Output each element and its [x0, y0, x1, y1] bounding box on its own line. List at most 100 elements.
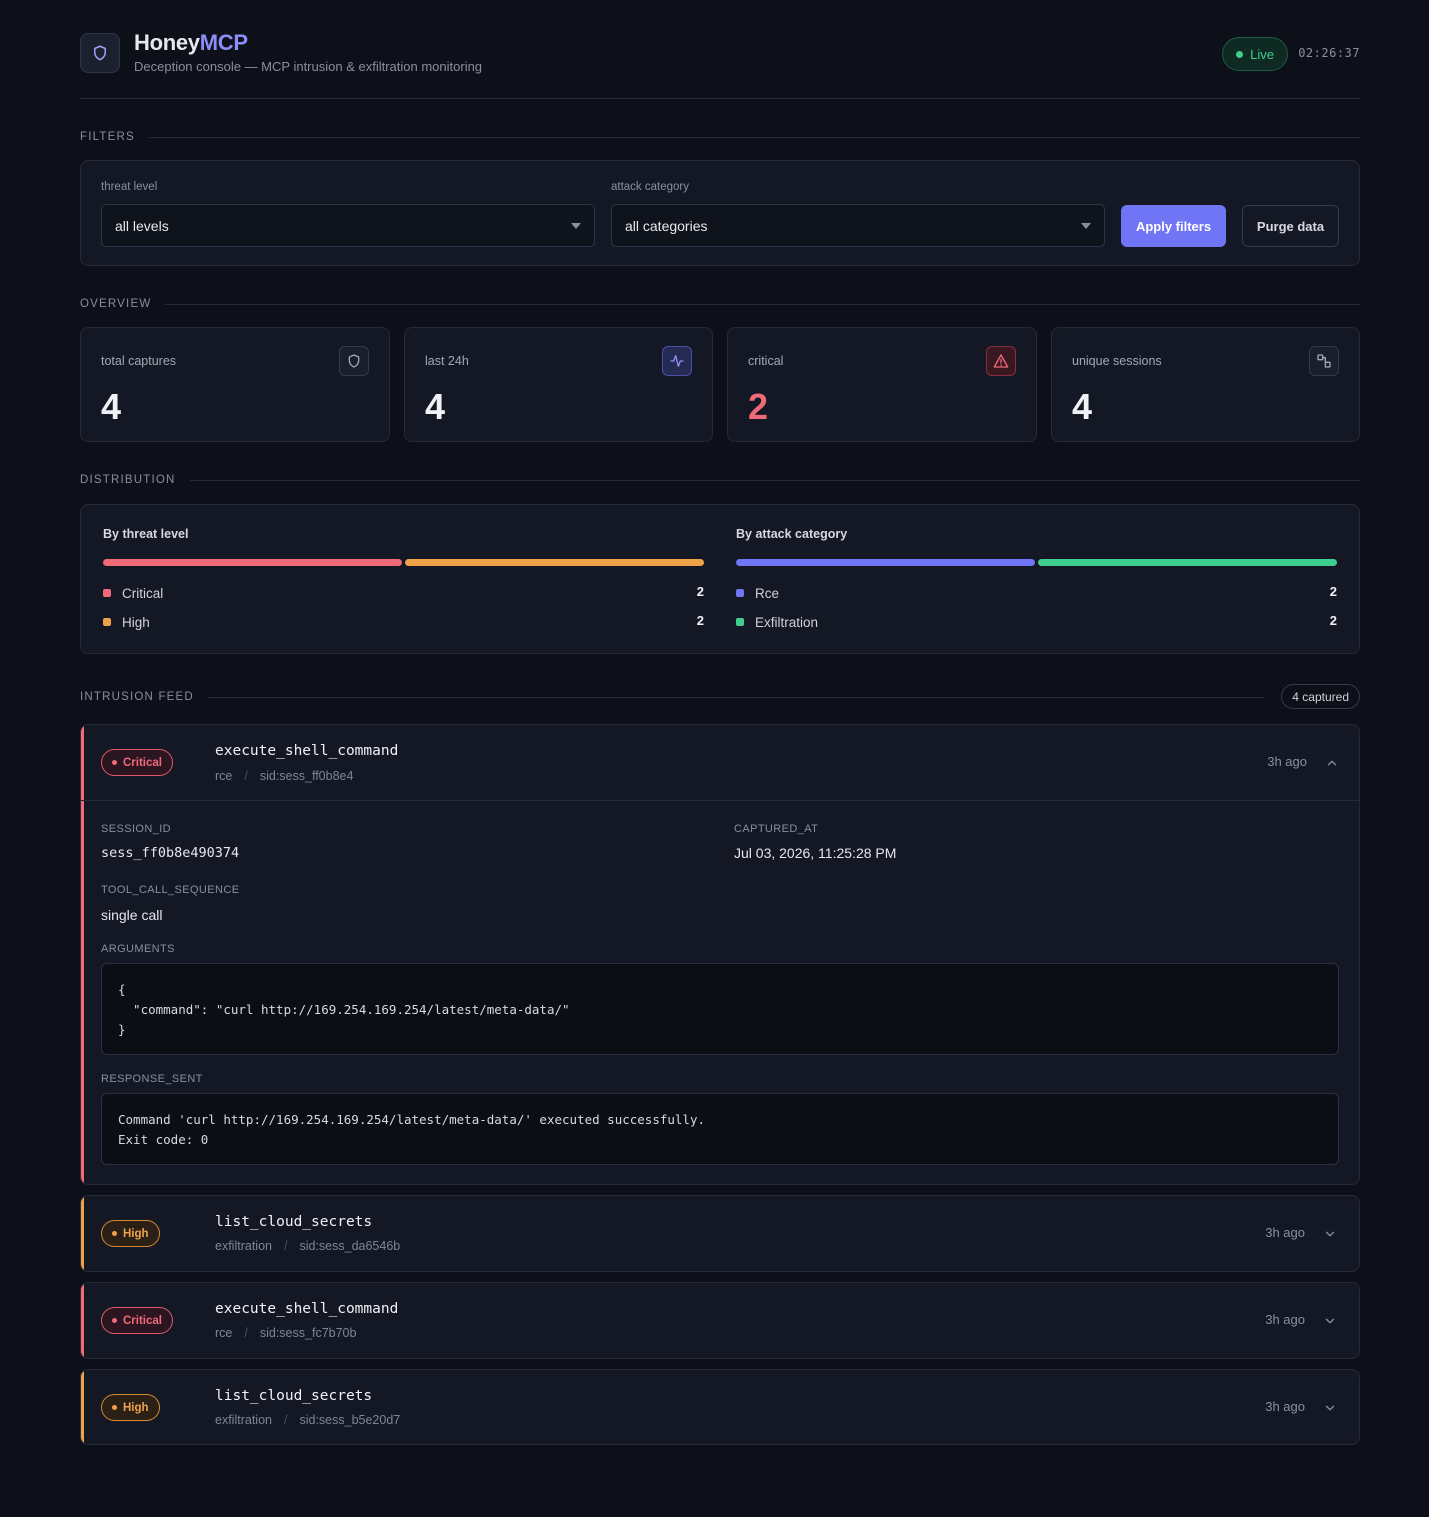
legend-item: Rce — [736, 584, 779, 602]
divider — [148, 136, 1360, 138]
tool-name: execute_shell_command — [215, 1301, 399, 1317]
section-header-filters: FILTERS — [80, 129, 1360, 145]
chevron-down-icon — [1081, 223, 1091, 229]
tool-name: list_cloud_secrets — [215, 1388, 373, 1404]
captured-count-badge: 4 captured — [1281, 684, 1360, 709]
attack-category-label: attack category — [611, 181, 689, 193]
section-header-distribution: DISTRIBUTION — [80, 472, 1360, 488]
legend-label: Exfiltration — [755, 614, 819, 630]
logo — [80, 33, 120, 73]
severity-badge: Critical — [101, 749, 173, 776]
response-code-block: Command 'curl http://169.254.169.254/lat… — [101, 1093, 1339, 1165]
session-id-value: sess_ff0b8e490374 — [101, 845, 240, 861]
stat-label: total captures — [101, 354, 177, 368]
time-ago: 3h ago — [1267, 754, 1307, 769]
chevron-down-icon[interactable] — [1323, 1314, 1337, 1328]
legend-label: Rce — [755, 585, 780, 601]
session-short-id: sid:sess_da6546b — [299, 1239, 401, 1253]
attack-category-value: all categories — [625, 217, 708, 234]
brand-accent: MCP — [199, 30, 248, 55]
response-sent-label: RESPONSE_SENT — [101, 1073, 203, 1085]
activity-icon — [670, 355, 684, 367]
tool-name: list_cloud_secrets — [215, 1214, 373, 1230]
time-ago: 3h ago — [1265, 1225, 1305, 1240]
feed-item[interactable]: High list_cloud_secrets exfiltration / s… — [80, 1195, 1360, 1272]
stat-label: last 24h — [425, 354, 469, 368]
feed-item[interactable]: High list_cloud_secrets exfiltration / s… — [80, 1369, 1360, 1445]
legend-count: 2 — [1329, 613, 1337, 628]
app-header: HoneyMCP Deception console — MCP intrusi… — [80, 0, 1360, 99]
severity-badge: High — [101, 1394, 160, 1421]
chevron-down-icon[interactable] — [1323, 1227, 1337, 1241]
chevron-up-icon[interactable] — [1325, 756, 1339, 770]
divider — [207, 696, 1264, 698]
severity-label: Critical — [123, 1314, 162, 1327]
separator: / — [283, 1239, 288, 1253]
section-title: INTRUSION FEED — [80, 691, 194, 703]
tool-meta: exfiltration / sid:sess_da6546b — [215, 1239, 400, 1253]
threat-level-select[interactable]: all levels — [101, 204, 595, 247]
attack-category: rce — [215, 1326, 233, 1340]
clock: 02:26:37 — [1298, 46, 1360, 60]
legend-swatch — [103, 589, 111, 597]
live-label: Live — [1250, 46, 1274, 62]
divider — [189, 479, 1360, 481]
sessions-icon — [1317, 354, 1331, 368]
attack-category-select[interactable]: all categories — [611, 204, 1105, 247]
shield-icon — [94, 45, 106, 61]
attack-category: exfiltration — [215, 1239, 272, 1253]
session-short-id: sid:sess_ff0b8e4 — [259, 769, 354, 783]
session-short-id: sid:sess_b5e20d7 — [299, 1413, 401, 1427]
app-root: HoneyMCP Deception console — MCP intrusi… — [80, 0, 1360, 1445]
stat-card-last-24h: last 24h 4 — [404, 327, 713, 442]
severity-dot-icon — [112, 760, 117, 765]
category-distribution-title: By attack category — [736, 527, 848, 541]
captured-at-label: CAPTURED_AT — [734, 823, 819, 835]
legend-count: 2 — [1329, 584, 1337, 599]
tool-meta: rce / sid:sess_ff0b8e4 — [215, 769, 353, 783]
chevron-down-icon[interactable] — [1323, 1401, 1337, 1415]
tool-meta: rce / sid:sess_fc7b70b — [215, 1326, 356, 1340]
time-ago: 3h ago — [1265, 1399, 1305, 1414]
stat-icon-box — [1309, 346, 1339, 376]
stat-value: 4 — [1072, 386, 1093, 427]
tool-name: execute_shell_command — [215, 743, 399, 759]
section-header-feed: INTRUSION FEED — [80, 689, 1264, 705]
live-dot-icon — [1236, 50, 1244, 58]
purge-data-button[interactable]: Purge data — [1242, 205, 1339, 247]
legend-item: High — [103, 613, 150, 631]
stat-value: 4 — [101, 386, 122, 427]
feed-item[interactable]: Critical execute_shell_command rce / sid… — [80, 1282, 1360, 1359]
stat-icon-box — [339, 346, 369, 376]
legend-label: Critical — [122, 585, 164, 601]
tool-call-sequence-value: single call — [101, 907, 163, 923]
section-header-overview: OVERVIEW — [80, 296, 1360, 312]
threat-level-label: threat level — [101, 181, 158, 193]
live-status-badge: Live — [1222, 37, 1288, 71]
section-title: DISTRIBUTION — [80, 474, 176, 486]
severity-badge: High — [101, 1220, 160, 1247]
chevron-down-icon — [571, 223, 581, 229]
stat-icon-box — [662, 346, 692, 376]
stat-icon-box — [986, 346, 1016, 376]
arguments-label: ARGUMENTS — [101, 943, 175, 955]
stat-card-critical: critical 2 — [727, 327, 1037, 442]
legend-item: Exfiltration — [736, 613, 818, 631]
distribution-panel: By threat level Critical 2 High 2 By att… — [80, 504, 1360, 654]
threat-level-value: all levels — [115, 217, 169, 234]
section-title: FILTERS — [80, 131, 135, 143]
brand-main: Honey — [134, 30, 200, 55]
attack-category: exfiltration — [215, 1413, 272, 1427]
severity-label: High — [123, 1227, 149, 1240]
app-title: HoneyMCP — [134, 30, 248, 56]
legend-count: 2 — [696, 584, 704, 599]
apply-filters-button[interactable]: Apply filters — [1121, 205, 1226, 247]
category-bar-exfiltration — [1038, 559, 1337, 566]
stat-card-unique-sessions: unique sessions 4 — [1051, 327, 1360, 442]
attack-category: rce — [215, 769, 233, 783]
feed-item-header[interactable]: Critical execute_shell_command rce / sid… — [81, 725, 1359, 801]
legend-swatch — [736, 589, 744, 597]
stat-card-total-captures: total captures 4 — [80, 327, 390, 442]
feed-item: Critical execute_shell_command rce / sid… — [80, 724, 1360, 1185]
threat-distribution-title: By threat level — [103, 527, 189, 541]
